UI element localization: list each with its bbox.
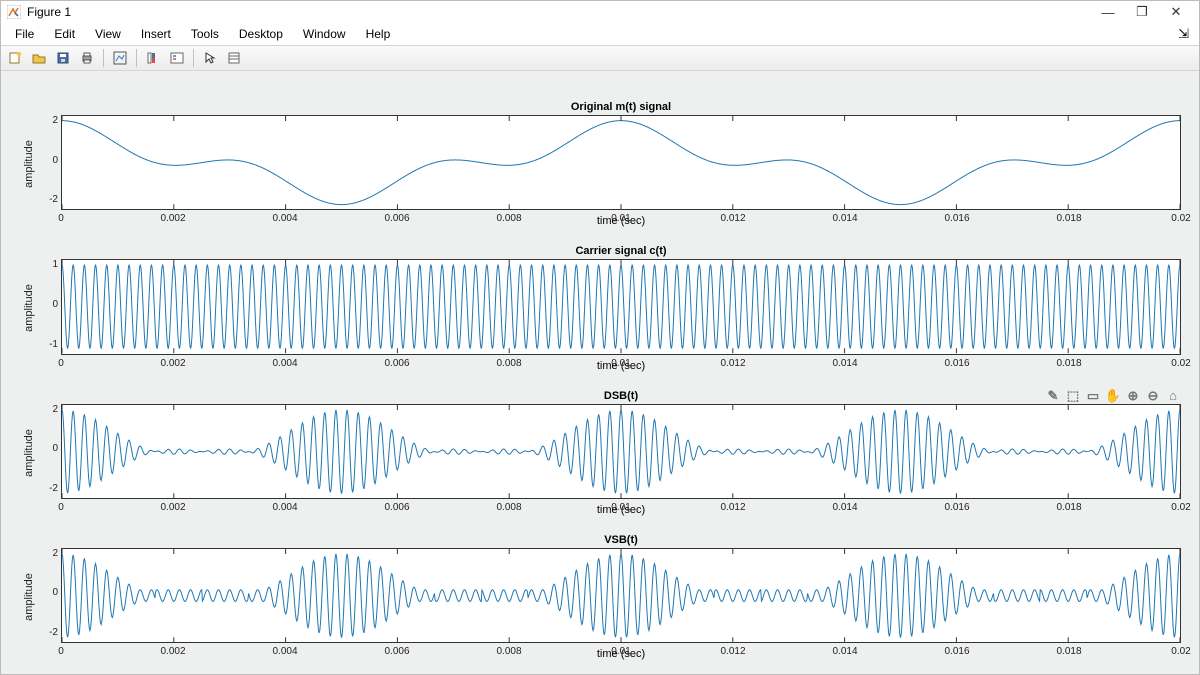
window-title: Figure 1 bbox=[27, 5, 71, 19]
edit-plot-pointer-icon[interactable] bbox=[199, 47, 221, 69]
ylabel: amplitude bbox=[23, 140, 35, 188]
axes[interactable] bbox=[61, 404, 1181, 499]
link-plot-icon[interactable] bbox=[109, 47, 131, 69]
ylabel: amplitude bbox=[23, 285, 35, 333]
x-ticks: 00.0020.0040.0060.0080.010.0120.0140.016… bbox=[61, 355, 1181, 358]
pan-icon[interactable]: ✋ bbox=[1105, 388, 1121, 404]
x-ticks: 00.0020.0040.0060.0080.010.0120.0140.016… bbox=[61, 210, 1181, 213]
menu-desktop[interactable]: Desktop bbox=[229, 25, 293, 43]
ylabel: amplitude bbox=[23, 573, 35, 621]
new-figure-icon[interactable] bbox=[4, 47, 26, 69]
subplot-1: amplitude 10-1Carrier signal c(t) 00.0020… bbox=[19, 245, 1181, 371]
menu-help[interactable]: Help bbox=[356, 25, 401, 43]
toolbar-separator bbox=[136, 49, 137, 67]
axes[interactable] bbox=[61, 259, 1181, 354]
save-icon[interactable] bbox=[52, 47, 74, 69]
plot-title: VSB(t) bbox=[61, 534, 1181, 546]
zoom-in-icon[interactable]: ⊕ bbox=[1125, 388, 1141, 404]
insert-colorbar-icon[interactable] bbox=[142, 47, 164, 69]
subplot-2: amplitude 20-2DSB(t)✎⬚▭✋⊕⊖⌂ 00.0020.0040.… bbox=[19, 390, 1181, 516]
y-ticks: 10-1 bbox=[39, 245, 61, 371]
y-ticks: 20-2 bbox=[39, 534, 61, 660]
axes-toolbar: ✎⬚▭✋⊕⊖⌂ bbox=[1045, 388, 1181, 404]
y-ticks: 20-2 bbox=[39, 101, 61, 227]
ylabel: amplitude bbox=[23, 429, 35, 477]
dock-button[interactable]: ⇲ bbox=[1172, 26, 1195, 42]
axes[interactable] bbox=[61, 115, 1181, 210]
maximize-button[interactable]: ❐ bbox=[1125, 2, 1159, 22]
menubar: File Edit View Insert Tools Desktop Wind… bbox=[1, 23, 1199, 45]
menu-view[interactable]: View bbox=[85, 25, 131, 43]
menu-file[interactable]: File bbox=[5, 25, 44, 43]
minimize-button[interactable]: — bbox=[1091, 2, 1125, 22]
menu-insert[interactable]: Insert bbox=[131, 25, 181, 43]
figure-canvas: amplitude20-2Original m(t) signal 00.002… bbox=[1, 71, 1199, 674]
matlab-figure-icon bbox=[7, 5, 21, 19]
datatip-icon[interactable]: ⬚ bbox=[1065, 388, 1081, 404]
property-inspector-icon[interactable] bbox=[223, 47, 245, 69]
toolbar bbox=[1, 45, 1199, 71]
insert-legend-icon[interactable] bbox=[166, 47, 188, 69]
print-icon[interactable] bbox=[76, 47, 98, 69]
menu-window[interactable]: Window bbox=[293, 25, 356, 43]
subplot-0: amplitude 20-2Original m(t) signal 00.002… bbox=[19, 101, 1181, 227]
brush-icon[interactable]: ✎ bbox=[1045, 388, 1061, 404]
linked-icon[interactable]: ▭ bbox=[1085, 388, 1101, 404]
menu-tools[interactable]: Tools bbox=[181, 25, 229, 43]
zoom-out-icon[interactable]: ⊖ bbox=[1145, 388, 1161, 404]
titlebar: Figure 1 — ❐ ✕ bbox=[1, 1, 1199, 23]
close-button[interactable]: ✕ bbox=[1159, 2, 1193, 22]
x-ticks: 00.0020.0040.0060.0080.010.0120.0140.016… bbox=[61, 499, 1181, 502]
axes[interactable] bbox=[61, 548, 1181, 643]
open-icon[interactable] bbox=[28, 47, 50, 69]
toolbar-separator bbox=[193, 49, 194, 67]
menu-edit[interactable]: Edit bbox=[44, 25, 85, 43]
subplot-3: amplitude 20-2VSB(t) 00.0020.0040.0060.00… bbox=[19, 534, 1181, 660]
y-ticks: 20-2 bbox=[39, 390, 61, 516]
toolbar-separator bbox=[103, 49, 104, 67]
plot-title: DSB(t)✎⬚▭✋⊕⊖⌂ bbox=[61, 390, 1181, 402]
x-ticks: 00.0020.0040.0060.0080.010.0120.0140.016… bbox=[61, 643, 1181, 646]
home-icon[interactable]: ⌂ bbox=[1165, 388, 1181, 404]
plot-title: Carrier signal c(t) bbox=[61, 245, 1181, 257]
plot-title: Original m(t) signal bbox=[61, 101, 1181, 113]
